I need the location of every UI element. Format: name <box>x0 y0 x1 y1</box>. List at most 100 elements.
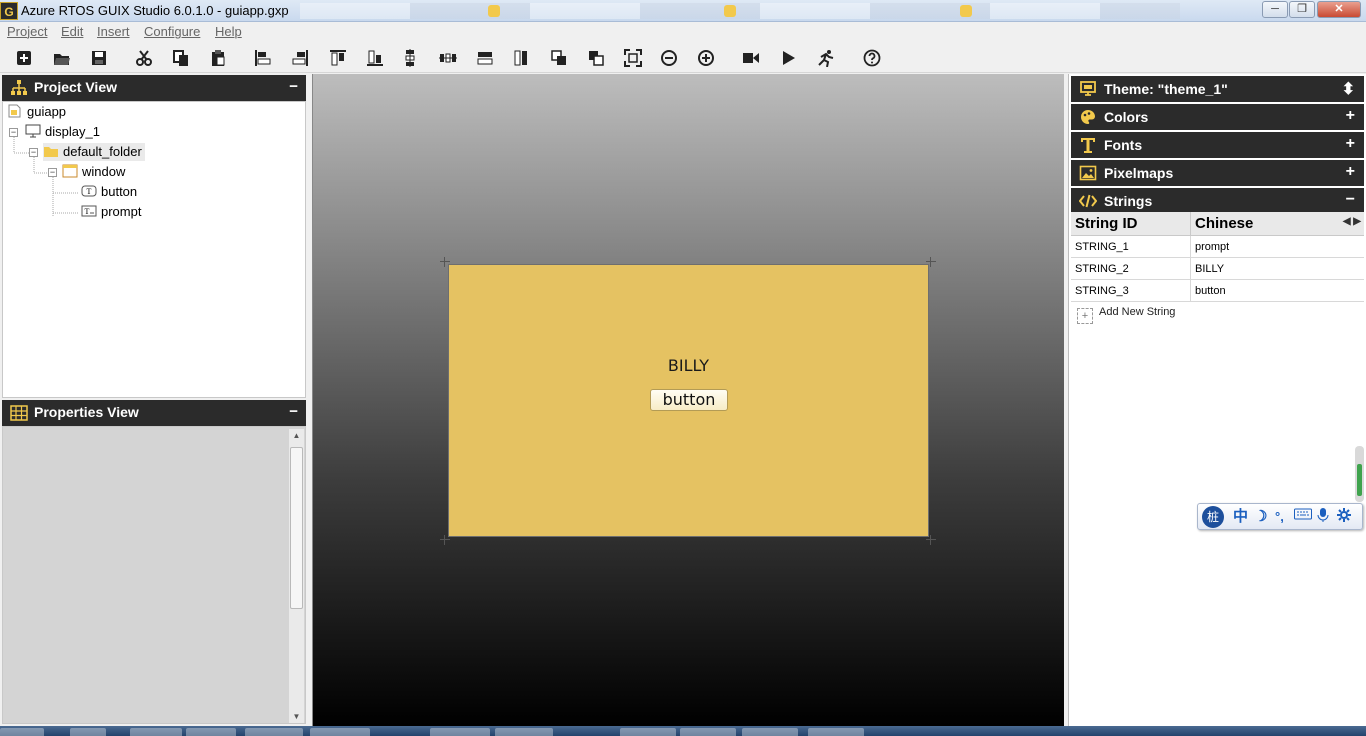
colors-label: Colors <box>1104 109 1149 125</box>
pixelmaps-expand-button[interactable]: + <box>1346 163 1355 181</box>
taskbar-app-button[interactable] <box>680 728 736 736</box>
code-tags-icon <box>1078 192 1098 210</box>
project-view-title: Project View <box>34 79 118 95</box>
run-application-icon[interactable] <box>815 47 837 69</box>
properties-view-title: Properties View <box>34 404 139 420</box>
ime-halfwidth-icon[interactable]: ☽ <box>1254 507 1267 527</box>
copy-icon[interactable] <box>170 47 192 69</box>
equal-height-icon[interactable] <box>510 47 532 69</box>
design-window-widget[interactable]: BILLY button <box>448 264 929 537</box>
move-to-front-icon[interactable] <box>548 47 570 69</box>
zoom-in-icon[interactable] <box>695 47 717 69</box>
string-id-cell: STRING_2 <box>1075 263 1129 275</box>
ime-microphone-icon[interactable] <box>1316 507 1330 527</box>
colors-expand-button[interactable]: + <box>1346 107 1355 125</box>
start-button[interactable] <box>0 728 44 736</box>
column-string-id[interactable]: String ID <box>1075 215 1138 232</box>
fonts-expand-button[interactable]: + <box>1346 135 1355 153</box>
menu-edit[interactable]: Edit <box>61 24 83 39</box>
taskbar-app-button[interactable] <box>430 728 490 736</box>
properties-view-header: Properties View − <box>2 400 306 426</box>
project-view-collapse-button[interactable]: − <box>289 78 298 95</box>
menu-insert[interactable]: Insert <box>97 24 130 39</box>
column-language[interactable]: Chinese <box>1195 215 1253 232</box>
ime-settings-gear-icon[interactable] <box>1336 507 1352 527</box>
scroll-up-arrow[interactable]: ▲ <box>289 431 304 440</box>
strings-label: Strings <box>1104 193 1153 209</box>
scrollbar-thumb[interactable] <box>290 447 303 609</box>
align-top-icon[interactable] <box>327 47 349 69</box>
title-bar: G Azure RTOS GUIX Studio 6.0.1.0 - guiap… <box>0 0 1366 22</box>
ime-punctuation-icon[interactable]: °, <box>1275 507 1284 527</box>
strings-section-header[interactable]: Strings − <box>1071 188 1364 214</box>
horizontal-space-icon[interactable] <box>437 47 459 69</box>
taskbar-app-button[interactable] <box>186 728 236 736</box>
taskbar-app-button[interactable] <box>70 728 106 736</box>
vertical-space-icon[interactable] <box>399 47 421 69</box>
taskbar-app-button[interactable] <box>495 728 553 736</box>
minimize-button[interactable]: ─ <box>1262 1 1288 18</box>
ime-language-bar[interactable]: 桩 中 ☽ °, <box>1197 503 1363 530</box>
toolbar <box>0 42 1366 73</box>
playback-macro-icon[interactable] <box>777 47 799 69</box>
properties-view-collapse-button[interactable]: − <box>289 403 298 420</box>
font-t-icon <box>1079 136 1097 154</box>
table-row[interactable]: STRING_3 button <box>1071 280 1364 302</box>
pixelmaps-section-header[interactable]: Pixelmaps + <box>1071 160 1364 186</box>
taskbar-app-button[interactable] <box>245 728 303 736</box>
close-button[interactable]: ✕ <box>1317 1 1361 18</box>
align-bottom-icon[interactable] <box>364 47 386 69</box>
menu-configure[interactable]: Configure <box>144 24 200 39</box>
move-to-back-icon[interactable] <box>585 47 607 69</box>
button-widget[interactable]: button <box>650 389 728 411</box>
resource-scrollbar[interactable] <box>1355 446 1364 502</box>
table-row[interactable]: STRING_2 BILLY <box>1071 258 1364 280</box>
theme-header[interactable]: Theme: "theme_1" ⬍ <box>1071 76 1364 102</box>
window-title: Azure RTOS GUIX Studio 6.0.1.0 - guiapp.… <box>21 3 289 18</box>
prompt-widget-text[interactable]: BILLY <box>449 356 928 375</box>
taskbar-app-button[interactable] <box>620 728 676 736</box>
scroll-down-arrow[interactable]: ▼ <box>289 712 304 721</box>
align-right-icon[interactable] <box>289 47 311 69</box>
ime-keyboard-icon[interactable] <box>1294 507 1312 527</box>
ime-logo-icon[interactable]: 桩 <box>1202 506 1224 528</box>
scroll-indicator <box>1357 464 1362 496</box>
taskbar-app-button[interactable] <box>130 728 182 736</box>
taskbar-app-button[interactable] <box>808 728 864 736</box>
colors-section-header[interactable]: Colors + <box>1071 104 1364 130</box>
theme-toggle-icon[interactable]: ⬍ <box>1342 79 1355 99</box>
properties-grid-icon <box>10 404 28 422</box>
menu-help[interactable]: Help <box>215 24 242 39</box>
strings-collapse-button[interactable]: − <box>1346 191 1355 209</box>
string-text-cell: prompt <box>1195 241 1230 253</box>
string-text-cell: BILLY <box>1195 263 1225 275</box>
fonts-label: Fonts <box>1104 137 1143 153</box>
open-project-icon[interactable] <box>51 47 73 69</box>
string-id-cell: STRING_3 <box>1075 285 1129 297</box>
size-to-fit-icon[interactable] <box>622 47 644 69</box>
language-nav-arrows[interactable]: ◀ ▶ <box>1343 216 1361 227</box>
app-icon: G <box>0 2 18 20</box>
taskbar-app-button[interactable] <box>742 728 798 736</box>
theme-monitor-icon <box>1079 80 1097 98</box>
add-new-string-button[interactable]: + Add New String <box>1077 306 1175 324</box>
taskbar-app-button[interactable] <box>310 728 370 736</box>
save-icon[interactable] <box>88 47 110 69</box>
zoom-out-icon[interactable] <box>658 47 680 69</box>
ime-chinese-mode[interactable]: 中 <box>1233 507 1248 527</box>
properties-scrollbar[interactable]: ▲ ▼ <box>289 429 304 723</box>
align-left-icon[interactable] <box>252 47 274 69</box>
menu-project[interactable]: Project <box>7 24 47 39</box>
table-row[interactable]: STRING_1 prompt <box>1071 236 1364 258</box>
fonts-section-header[interactable]: Fonts + <box>1071 132 1364 158</box>
project-tree-icon <box>10 79 28 97</box>
equal-width-icon[interactable] <box>474 47 496 69</box>
maximize-button[interactable]: ❐ <box>1289 1 1315 18</box>
help-icon[interactable] <box>861 47 883 69</box>
strings-table: String ID Chinese ◀ ▶ STRING_1 prompt ST… <box>1071 212 1364 302</box>
new-project-icon[interactable] <box>13 47 35 69</box>
paste-icon[interactable] <box>207 47 229 69</box>
cut-icon[interactable] <box>133 47 155 69</box>
record-macro-icon[interactable] <box>740 47 762 69</box>
project-view-header: Project View − <box>2 75 306 101</box>
